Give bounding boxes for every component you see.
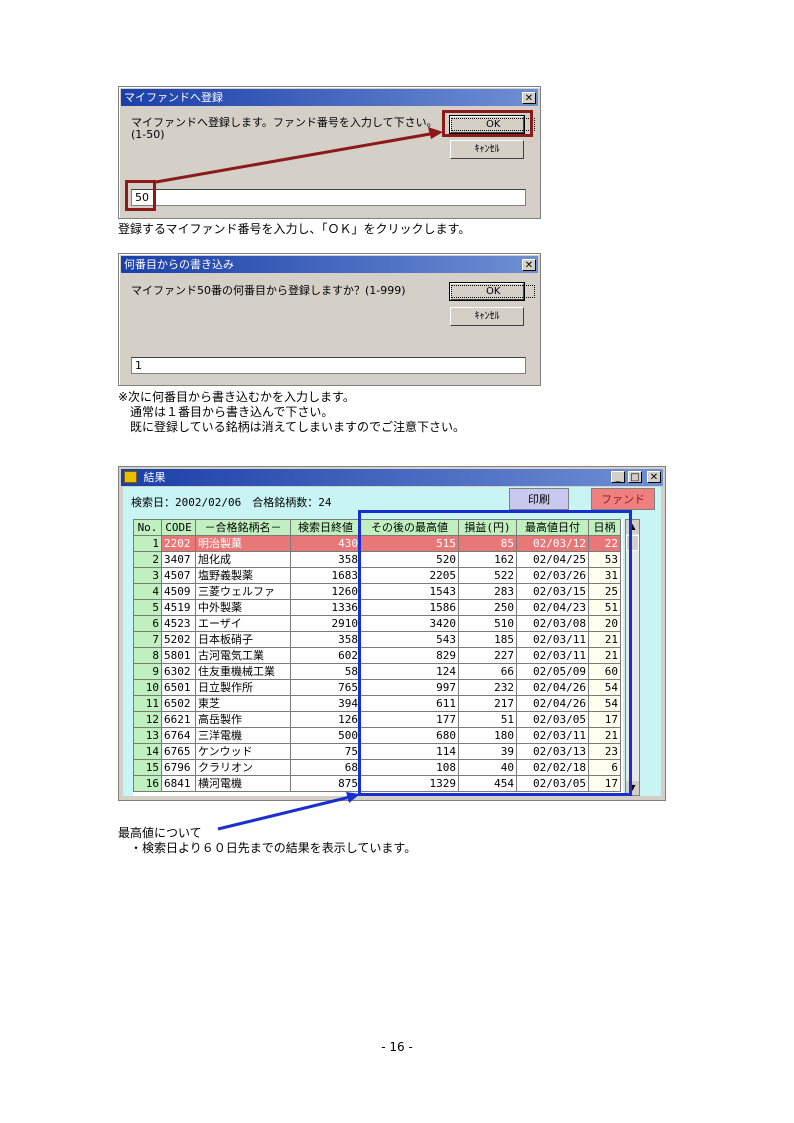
note-title: 最高値について [118, 826, 202, 840]
page-number: - 16 - [381, 1040, 413, 1054]
note-pointer-line [217, 792, 360, 831]
note-detail: ・検索日より６０日先までの結果を表示しています。 [118, 841, 417, 855]
